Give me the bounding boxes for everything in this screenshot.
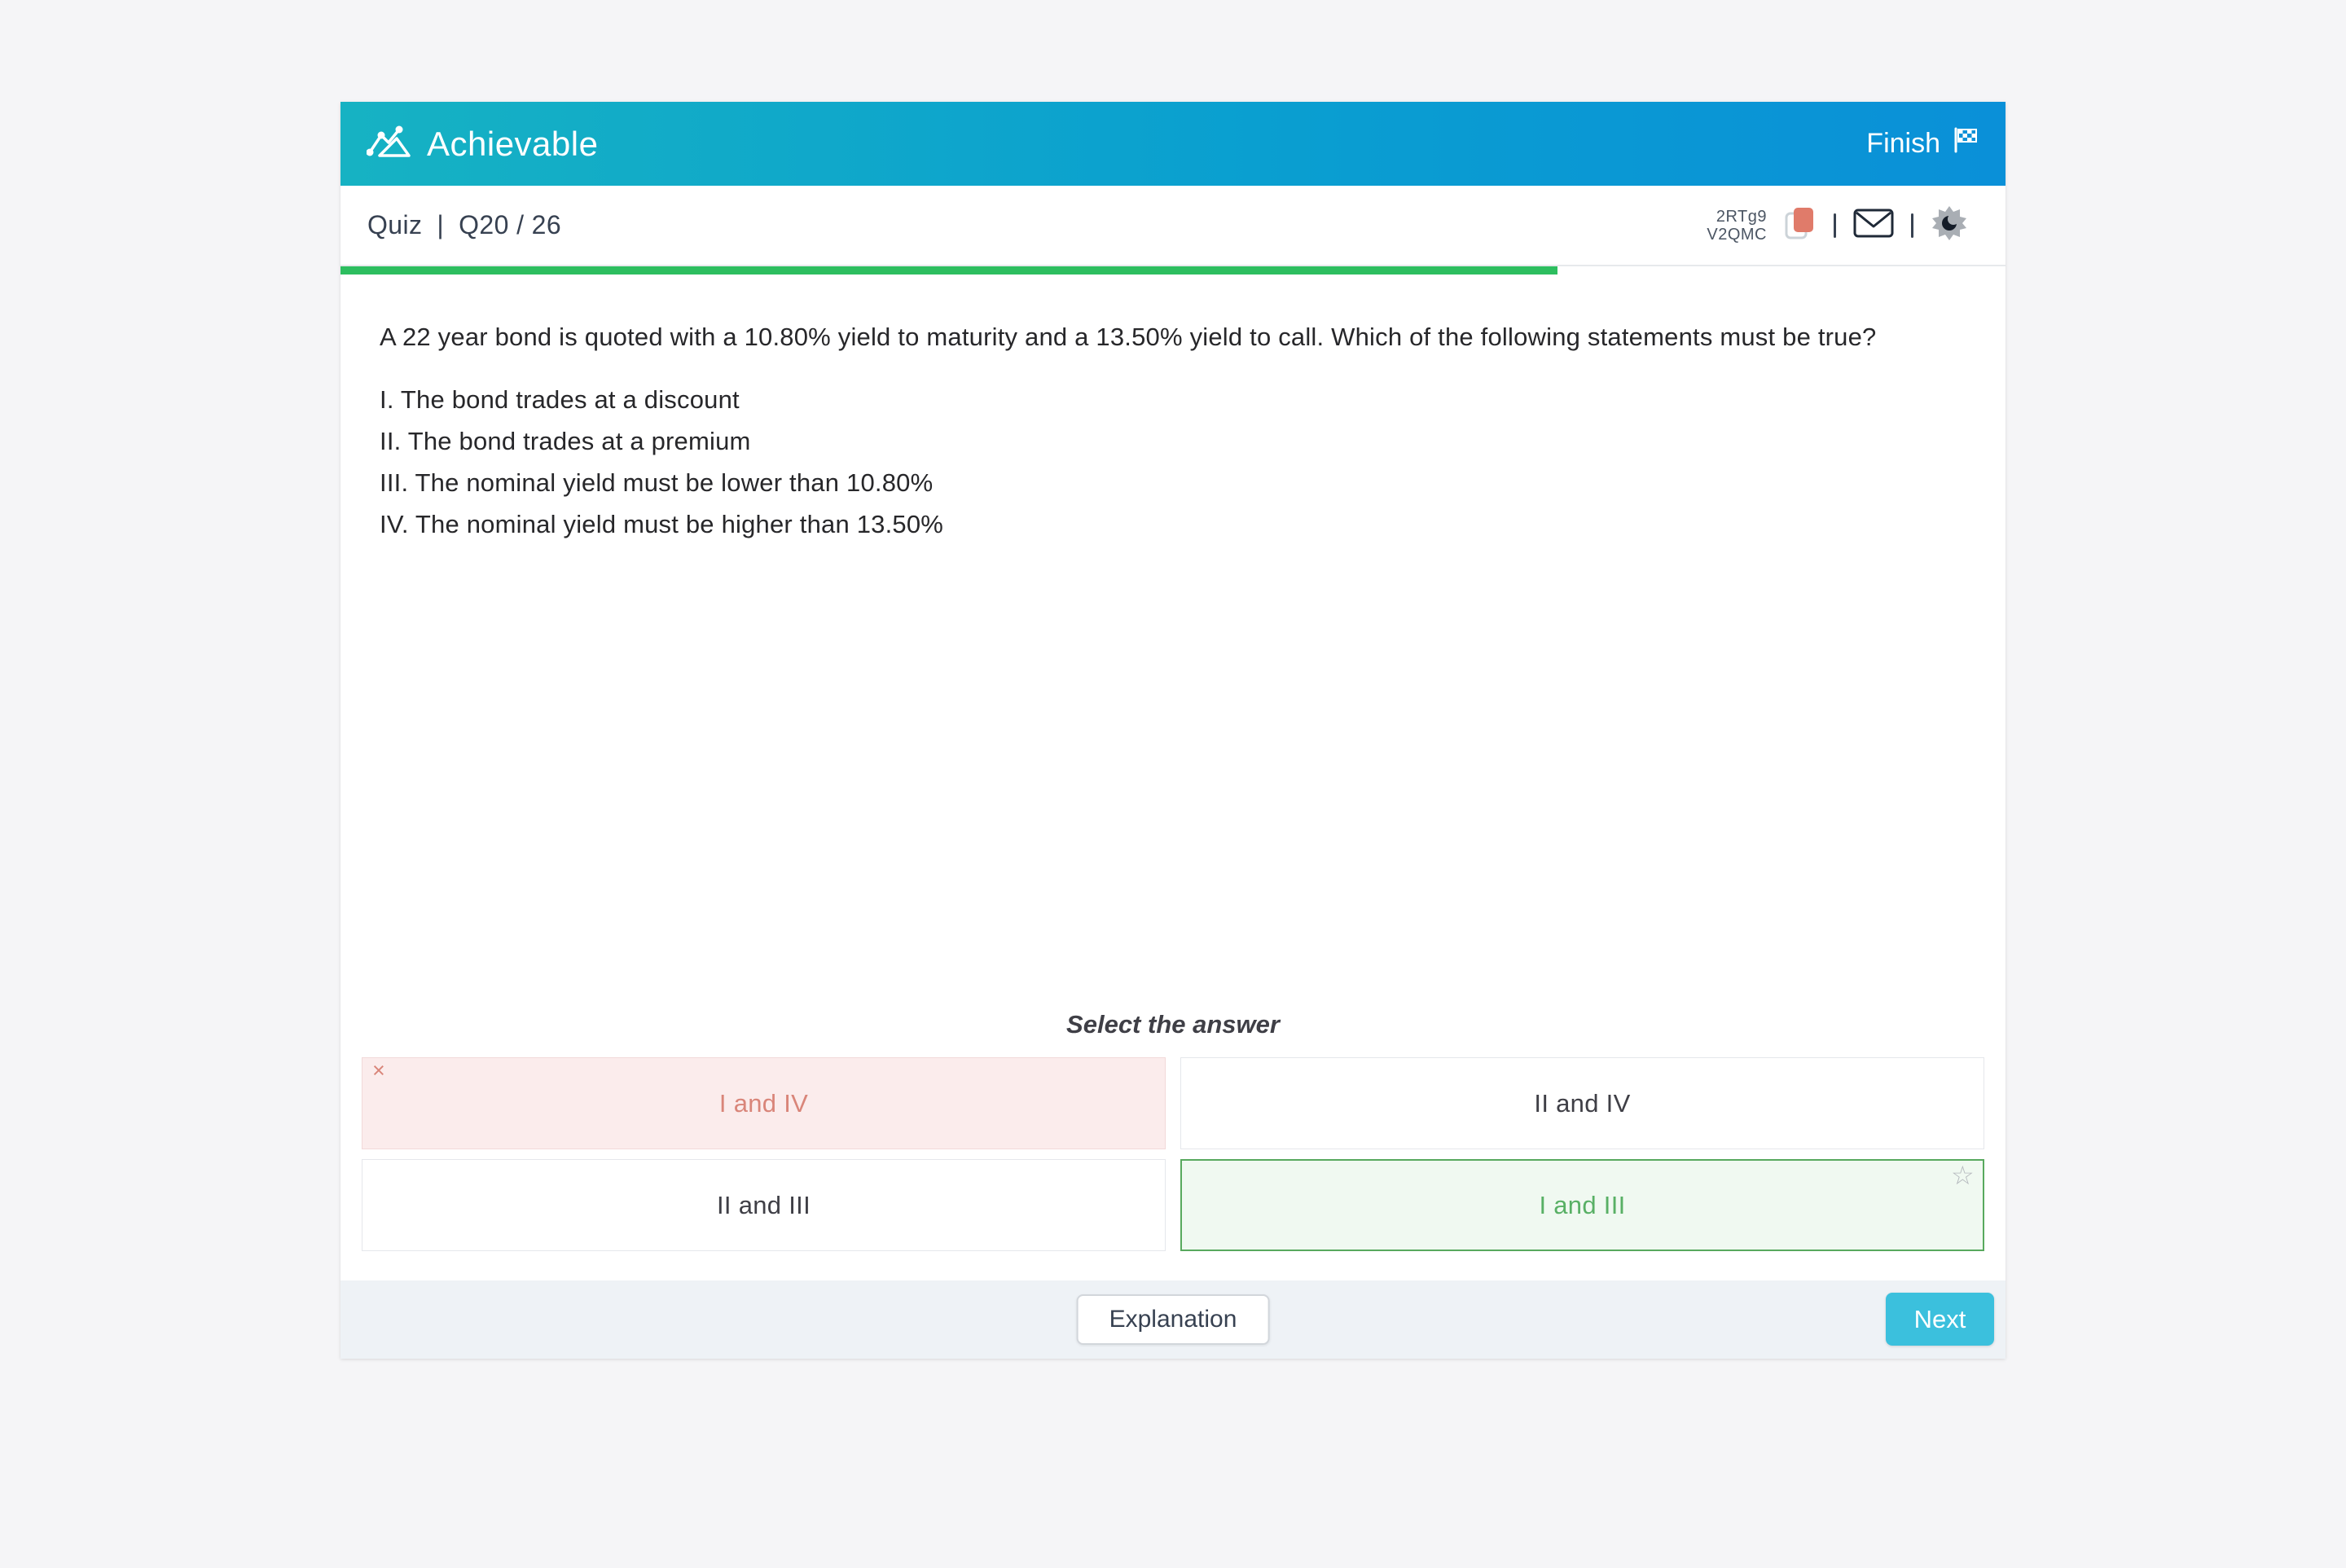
answer-option-ii-and-iii[interactable]: II and III: [362, 1159, 1166, 1251]
breadcrumb: Quiz | Q20 / 26: [367, 210, 561, 240]
session-code-line2: V2QMC: [1707, 226, 1767, 244]
progress-bar: [340, 266, 2006, 275]
copy-session-button[interactable]: [1784, 205, 1817, 245]
select-answer-prompt: Select the answer: [340, 1010, 2006, 1039]
copy-icon: [1784, 205, 1817, 245]
finish-button[interactable]: Finish: [1866, 126, 1979, 161]
quiz-toolbar: Quiz | Q20 / 26 2RTg9 V2QMC: [340, 186, 2006, 266]
session-code: 2RTg9 V2QMC: [1707, 208, 1767, 244]
question-counter: Q20 / 26: [459, 210, 561, 240]
app-header: Achievable Finish: [340, 102, 2006, 186]
theme-toggle-icon: [1931, 204, 1968, 246]
quiz-window: Achievable Finish Quiz |: [340, 102, 2006, 1359]
toolbar-divider: [1834, 213, 1836, 238]
statement-1: I. The bond trades at a discount: [380, 379, 1966, 420]
session-code-line1: 2RTg9: [1707, 208, 1767, 226]
toolbar-actions: 2RTg9 V2QMC: [1707, 204, 1968, 246]
question-text: A 22 year bond is quoted with a 10.80% y…: [380, 320, 1966, 354]
answer-label: I and IV: [719, 1089, 808, 1118]
correct-star-icon: ☆: [1951, 1162, 1975, 1188]
next-button[interactable]: Next: [1886, 1293, 1994, 1346]
statement-2: II. The bond trades at a premium: [380, 420, 1966, 462]
progress-fill: [340, 266, 1557, 275]
finish-label: Finish: [1866, 128, 1940, 160]
feedback-button[interactable]: [1853, 209, 1894, 242]
incorrect-x-icon: ×: [372, 1060, 385, 1082]
answers-grid: × I and IV II and IV II and III ☆ I and …: [362, 1057, 1984, 1251]
question-panel: A 22 year bond is quoted with a 10.80% y…: [340, 275, 2006, 1280]
explanation-button[interactable]: Explanation: [1077, 1294, 1270, 1345]
answer-label: II and III: [717, 1191, 811, 1220]
brand-name: Achievable: [427, 125, 598, 164]
statement-4: IV. The nominal yield must be higher tha…: [380, 503, 1966, 545]
breadcrumb-separator: |: [437, 210, 444, 240]
answer-option-i-and-iii[interactable]: ☆ I and III: [1180, 1159, 1984, 1251]
statement-3: III. The nominal yield must be lower tha…: [380, 462, 1966, 503]
achievable-logo-icon: [367, 125, 412, 163]
toolbar-divider: [1911, 213, 1913, 238]
checkered-flag-icon: [1952, 126, 1979, 161]
quiz-label: Quiz: [367, 210, 422, 240]
quiz-footer: Explanation Next: [340, 1280, 2006, 1359]
mail-icon: [1853, 209, 1894, 242]
answer-option-i-and-iv[interactable]: × I and IV: [362, 1057, 1166, 1149]
answer-label: II and IV: [1534, 1089, 1630, 1118]
content-spacer: [340, 545, 2006, 1010]
answer-option-ii-and-iv[interactable]: II and IV: [1180, 1057, 1984, 1149]
answer-label: I and III: [1539, 1191, 1625, 1220]
question-statements: I. The bond trades at a discount II. The…: [380, 379, 1966, 545]
theme-toggle-button[interactable]: [1931, 204, 1968, 246]
brand[interactable]: Achievable: [367, 125, 598, 164]
